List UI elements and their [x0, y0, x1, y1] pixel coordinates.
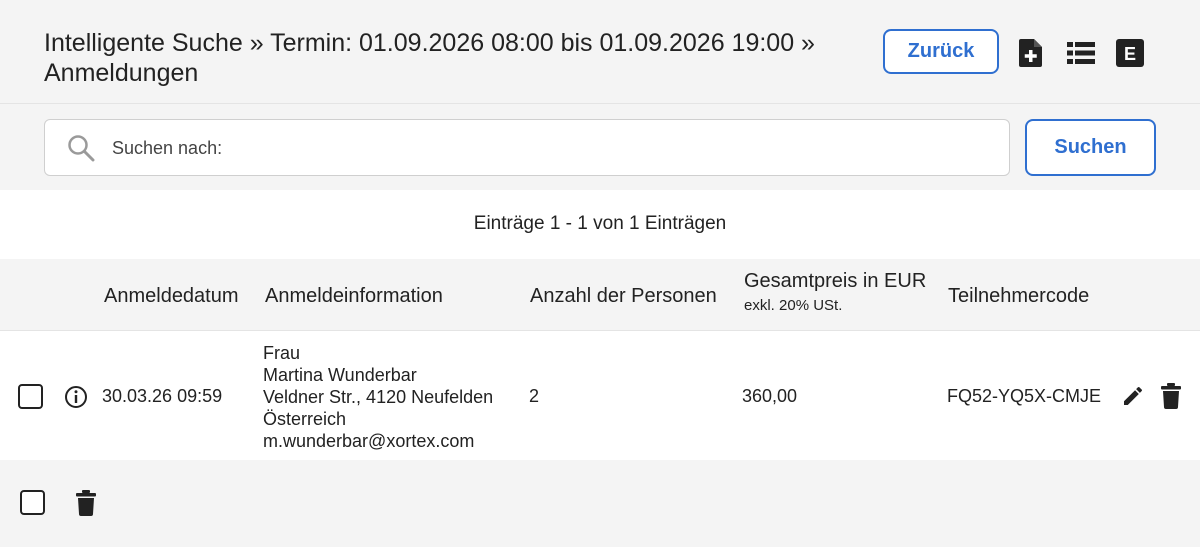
column-header-code: Teilnehmercode [948, 285, 1090, 307]
delete-icon[interactable] [1160, 383, 1182, 409]
entries-summary: Einträge 1 - 1 von 1 Einträgen [473, 213, 727, 234]
back-button[interactable]: Zurück [883, 29, 999, 74]
file-plus-icon[interactable] [1017, 38, 1045, 68]
row-info-email: m.wunderbar@xortex.com [263, 431, 475, 451]
row-registration-info: Frau Martina Wunderbar Veldner Str., 412… [263, 342, 493, 452]
page-title-line1: Intelligente Suche » Termin: 01.09.2026 … [44, 29, 815, 57]
row-select-checkbox[interactable] [18, 384, 43, 409]
column-header-price-label: Gesamtpreis in EUR [744, 270, 927, 292]
column-header-price: Gesamtpreis in EUR exkl. 20% USt. [744, 270, 926, 314]
column-header-info: Anmeldeinformation [265, 285, 443, 307]
column-header-persons: Anzahl der Personen [530, 285, 717, 307]
row-info-salutation: Frau [263, 343, 301, 363]
info-icon[interactable] [64, 385, 88, 409]
row-info-name: Martina Wunderbar [263, 365, 417, 385]
table-row: 30.03.26 09:59 Frau Martina Wunderbar Ve… [0, 331, 1200, 460]
bulk-delete-icon[interactable] [75, 488, 97, 518]
page-title: Intelligente Suche » Termin: 01.09.2026 … [44, 28, 864, 88]
column-header-price-note: exkl. 20% USt. [744, 297, 843, 314]
row-participant-code: FQ52-YQ5X-CMJE [947, 386, 1102, 406]
column-header-date: Anmeldedatum [104, 285, 239, 307]
page-title-line2: Anmeldungen [44, 59, 199, 87]
excel-icon[interactable]: E [1116, 38, 1144, 68]
row-price: 360,00 [742, 386, 798, 406]
search-icon [68, 135, 95, 162]
table-header: Anmeldedatum Anmeldeinformation Anzahl d… [0, 259, 1200, 331]
bulk-actions-bar [0, 460, 1200, 547]
edit-icon[interactable] [1121, 384, 1145, 408]
row-date: 30.03.26 09:59 [102, 386, 223, 406]
excel-icon-letter: E [1124, 44, 1136, 64]
search-button[interactable]: Suchen [1025, 119, 1156, 176]
search-input[interactable]: Suchen nach: [44, 119, 1010, 176]
row-info-street: Veldner Str., 4120 Neufelden [263, 387, 494, 407]
page-header: Intelligente Suche » Termin: 01.09.2026 … [0, 0, 1200, 104]
list-icon[interactable] [1067, 38, 1095, 68]
search-placeholder: Suchen nach: [112, 138, 223, 158]
row-persons: 2 [529, 386, 540, 406]
select-all-checkbox[interactable] [20, 490, 45, 515]
row-info-country: Österreich [263, 409, 347, 429]
search-bar: Suchen nach: Suchen [0, 104, 1200, 190]
